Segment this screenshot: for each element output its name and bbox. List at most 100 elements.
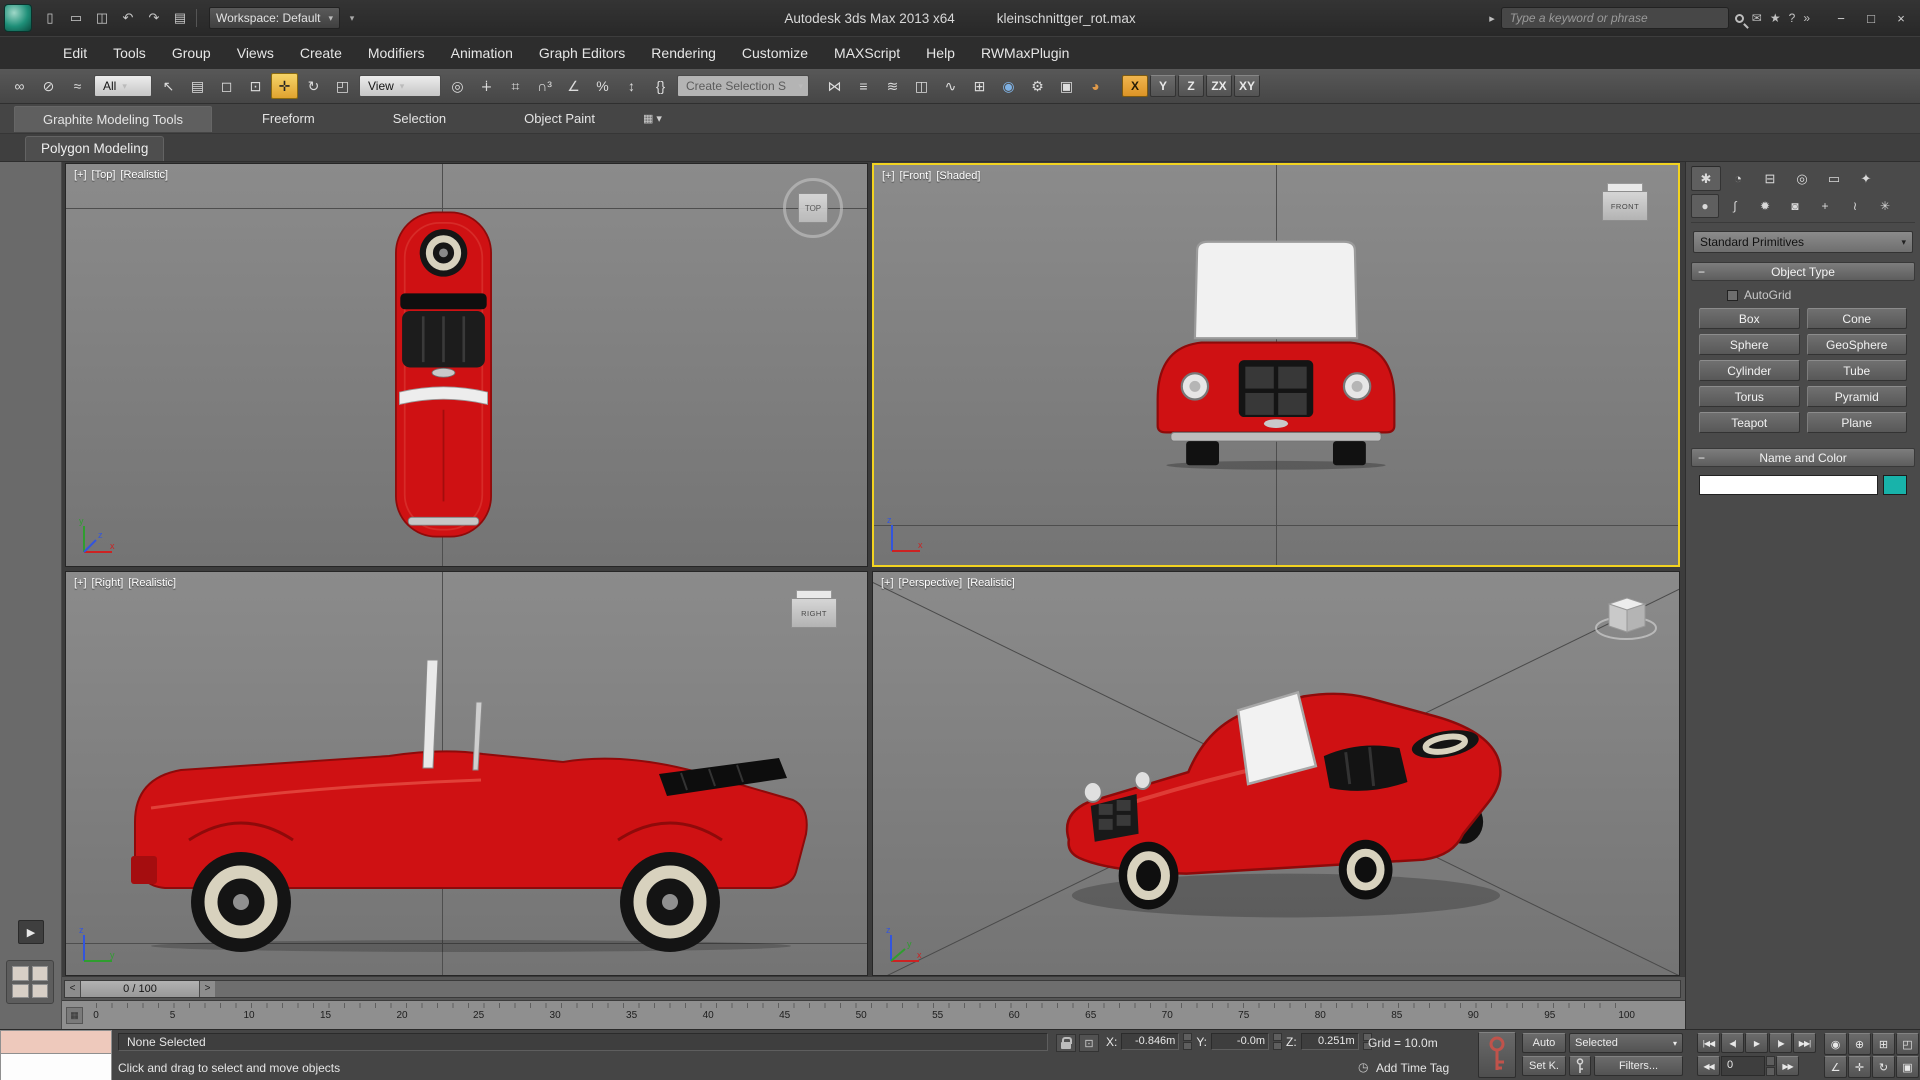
ribbon-tab[interactable]: Selection [365,106,474,132]
primitive-button[interactable]: Cone [1807,308,1908,329]
add-time-tag[interactable]: Add Time Tag [1376,1061,1449,1075]
viewport-right[interactable]: [+] [Right] [Realistic] [65,571,868,976]
window-crossing-icon[interactable]: ⊡ [242,73,269,99]
axis-y-button[interactable]: Y [1150,75,1176,97]
car-model-front-view[interactable] [1145,237,1408,470]
key-filters-button[interactable]: Filters... [1594,1056,1683,1076]
menu-item[interactable]: Modifiers [355,37,438,70]
zoom-icon[interactable]: ◉ [1824,1033,1847,1055]
named-selection-set-combo[interactable]: Create Selection S▾ [677,75,809,97]
modify-tab-icon[interactable]: ◔ [1723,166,1753,191]
viewport-menu-shading[interactable]: [Shaded] [936,170,980,182]
menu-item[interactable]: RWMaxPlugin [968,37,1082,70]
ribbon-config-icon[interactable]: ▦▾ [643,112,662,125]
communication-center-icon[interactable]: ✉ [1752,11,1762,25]
space-warps-category-icon[interactable]: ≀ [1841,194,1869,218]
select-and-move-icon[interactable]: ✛ [271,73,298,99]
selection-filter-dropdown[interactable]: All▾ [94,75,152,97]
graphite-ribbon-toggle-icon[interactable]: ◫ [908,73,935,99]
ribbon-tab[interactable]: Graphite Modeling Tools [14,106,212,132]
zoom-region-icon[interactable]: ◰ [1896,1033,1919,1055]
unlink-selection-icon[interactable]: ⊘ [35,73,62,99]
primitive-button[interactable]: Pyramid [1807,386,1908,407]
help-icon[interactable]: ? [1789,11,1796,25]
fov-icon[interactable]: ∠ [1824,1056,1847,1078]
key-step-back-button[interactable]: ◀◀ [1697,1056,1720,1076]
shapes-category-icon[interactable]: ∫ [1721,194,1749,218]
menu-item[interactable]: Graph Editors [526,37,638,70]
project-folder-icon[interactable]: ▤ [168,7,192,29]
minimize-button[interactable]: − [1826,6,1856,30]
viewport-menu-pov[interactable]: [Front] [900,170,932,182]
search-icon[interactable] [1735,14,1744,23]
viewport-layout-tabs-icon[interactable] [6,960,54,1004]
car-model-side-view[interactable] [131,658,811,954]
3ds-max-logo-icon[interactable] [4,4,32,32]
primitive-button[interactable]: Box [1699,308,1800,329]
frame-spinner[interactable] [1766,1056,1775,1076]
track-bar[interactable]: ▦ 05101520253035404550556065707580859095… [62,1000,1685,1029]
viewport-menu-shading[interactable]: [Realistic] [128,577,176,589]
autogrid-checkbox[interactable] [1727,290,1738,301]
schematic-view-icon[interactable]: ⊞ [966,73,993,99]
previous-frame-button[interactable]: ◀| [1721,1033,1744,1053]
polygon-modeling-tab[interactable]: Polygon Modeling [25,136,164,161]
set-keys-button[interactable] [1478,1032,1516,1078]
z-coordinate-field[interactable]: 0.251m [1301,1033,1359,1050]
rendered-frame-icon[interactable]: ▣ [1053,73,1080,99]
menu-item[interactable]: Edit [50,37,100,70]
play-button[interactable]: ▶ [1745,1033,1768,1053]
viewcube[interactable]: RIGHT [791,590,837,628]
absolute-offset-toggle[interactable]: ⊡ [1079,1034,1099,1052]
select-and-manipulate-icon[interactable]: ∔ [473,73,500,99]
primitive-button[interactable]: Torus [1699,386,1800,407]
menu-item[interactable]: Customize [729,37,821,70]
primitive-button[interactable]: Teapot [1699,412,1800,433]
create-tab-icon[interactable]: ✱ [1691,166,1721,191]
viewport-menu-shading[interactable]: [Realistic] [120,169,168,181]
go-to-end-button[interactable]: ▶▶| [1793,1033,1816,1053]
next-frame-button[interactable]: |▶ [1769,1033,1792,1053]
infocenter-search-input[interactable] [1501,7,1729,29]
systems-category-icon[interactable]: ✳ [1871,194,1899,218]
car-model-top-view[interactable] [373,203,514,546]
save-file-icon[interactable]: ◫ [90,7,114,29]
snaps-toggle-icon[interactable]: ∩³ [531,73,558,99]
ribbon-tab[interactable]: Object Paint [496,106,623,132]
select-and-link-icon[interactable]: ∞ [6,73,33,99]
material-editor-icon[interactable]: ◉ [995,73,1022,99]
selected-set-dropdown[interactable]: Selected▾ [1569,1033,1683,1053]
viewcube-face-label[interactable]: FRONT [1602,191,1648,221]
key-step-forward-button[interactable]: ▶▶ [1776,1056,1799,1076]
motion-tab-icon[interactable]: ◎ [1787,166,1817,191]
menu-item[interactable]: Views [224,37,287,70]
key-filters-toggle[interactable] [1569,1056,1591,1076]
primitive-button[interactable]: GeoSphere [1807,334,1908,355]
open-mini-curve-editor-icon[interactable]: ▦ [66,1007,83,1024]
viewport-menu-shading[interactable]: [Realistic] [967,577,1015,589]
select-by-name-icon[interactable]: ▤ [184,73,211,99]
favorites-icon[interactable]: ★ [1770,11,1781,25]
x-coordinate-field[interactable]: -0.846m [1121,1033,1179,1050]
set-key-button[interactable]: Set K. [1522,1056,1566,1076]
qat-flyout-icon[interactable]: ▾ [344,13,360,24]
object-color-swatch[interactable] [1883,475,1907,495]
primitive-button[interactable]: Sphere [1699,334,1800,355]
auto-key-button[interactable]: Auto [1522,1033,1566,1053]
select-object-icon[interactable]: ↖ [155,73,182,99]
viewcube[interactable] [1591,586,1661,644]
primitive-button[interactable]: Cylinder [1699,360,1800,381]
next-frame-arrow[interactable]: > [199,981,215,997]
select-and-rotate-icon[interactable]: ↻ [300,73,327,99]
viewport-perspective[interactable]: [+] [Perspective] [Realistic] [872,571,1680,976]
menu-item[interactable]: Tools [100,37,159,70]
use-pivot-center-icon[interactable]: ◎ [444,73,471,99]
axis-xy-button[interactable]: XY [1234,75,1260,97]
x-spinner[interactable] [1183,1033,1192,1050]
geometry-category-icon[interactable]: ● [1691,194,1719,218]
y-coordinate-field[interactable]: -0.0m [1211,1033,1269,1050]
maxscript-mini-listener-macro[interactable] [0,1030,112,1054]
reference-coordinate-dropdown[interactable]: View▾ [359,75,441,97]
layer-manager-icon[interactable]: ≋ [879,73,906,99]
viewcube[interactable]: TOP [781,176,845,240]
